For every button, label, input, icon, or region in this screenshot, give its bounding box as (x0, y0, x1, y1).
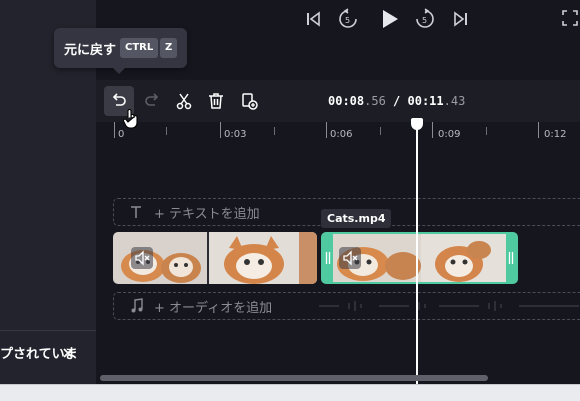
timeline-scrollbar[interactable] (100, 375, 488, 381)
add-text-label[interactable]: + テキストを追加 (154, 203, 260, 222)
hand-cursor-icon (122, 109, 138, 129)
time-separator: / (385, 94, 408, 108)
video-clip-selected[interactable] (321, 232, 518, 284)
ruler-tick (220, 122, 221, 138)
timecode: 00:08.56 / 00:11.43 (328, 94, 465, 108)
clip-thumbnail (323, 234, 423, 282)
trash-icon[interactable] (206, 91, 226, 111)
skip-forward-icon[interactable] (452, 10, 470, 28)
trim-handle-icon[interactable] (506, 234, 516, 282)
ruler-label: 0:09 (438, 129, 461, 140)
clip-name-label: Cats.mp4 (321, 209, 392, 228)
redo-icon[interactable] (142, 91, 162, 111)
total-time: 00:11 (407, 94, 444, 108)
ruler-tick (538, 122, 539, 138)
ruler-tick (114, 122, 115, 138)
audio-track[interactable]: + オーディオを追加 (113, 292, 580, 320)
fullscreen-icon[interactable] (562, 10, 578, 26)
clip-thumbnail (113, 232, 207, 284)
trim-handle-icon[interactable] (323, 234, 333, 282)
clip-thumbnail (421, 234, 516, 282)
current-time-frac: .56 (364, 94, 386, 108)
timeline-ruler[interactable]: 0 0:03 0:06 0:09 0:12 (96, 122, 580, 144)
ruler-tick (326, 122, 327, 138)
add-audio-label[interactable]: + オーディオを追加 (154, 297, 272, 316)
total-time-frac: .43 (443, 94, 466, 108)
waveform-placeholder (319, 301, 579, 311)
mute-icon[interactable] (131, 247, 153, 269)
close-icon[interactable] (62, 347, 74, 359)
clip-thumbnail (209, 232, 317, 284)
forward-5-icon[interactable]: 5 (414, 8, 436, 30)
svg-text:5: 5 (345, 16, 350, 25)
playhead[interactable] (416, 125, 418, 384)
ruler-label: 0:03 (224, 129, 247, 140)
divider (0, 330, 96, 331)
current-time: 00:08 (328, 94, 365, 108)
svg-text:5: 5 (422, 16, 427, 25)
skip-back-icon[interactable] (304, 10, 322, 28)
ruler-label: 0 (118, 129, 125, 140)
rewind-5-icon[interactable]: 5 (337, 8, 359, 30)
shortcut-key-ctrl: CTRL (120, 38, 159, 58)
ruler-tick (432, 122, 433, 138)
ruler-tick (166, 127, 167, 135)
scissors-icon[interactable] (174, 91, 194, 111)
mute-icon[interactable] (339, 247, 361, 269)
ruler-tick (380, 127, 381, 135)
ruler-label: 0:12 (544, 129, 567, 140)
tooltip-arrow (112, 67, 126, 74)
music-note-icon (131, 298, 143, 313)
window-bottom-bar (0, 384, 580, 401)
undo-tooltip: 元に戻す CTRL Z (54, 28, 187, 68)
ruler-tick (486, 127, 487, 135)
playhead-handle[interactable] (411, 118, 423, 130)
play-icon[interactable] (378, 8, 400, 30)
text-icon (131, 206, 141, 218)
shortcut-key-z: Z (160, 38, 178, 58)
tooltip-label: 元に戻す (64, 43, 117, 58)
video-clip[interactable] (113, 232, 317, 284)
duplicate-icon[interactable] (239, 91, 259, 111)
ruler-tick (274, 127, 275, 135)
ruler-label: 0:06 (330, 129, 353, 140)
